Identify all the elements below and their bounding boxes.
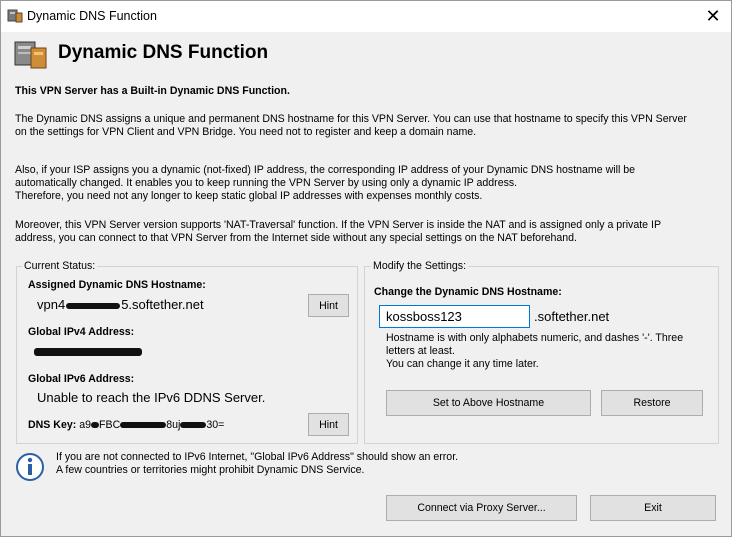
- ipv4-value-redacted: [34, 348, 142, 356]
- page-title: Dynamic DNS Function: [58, 42, 269, 63]
- intro-paragraph-2-line-1: Also, if your ISP assigns you a dynamic …: [15, 164, 636, 176]
- hostname-hint-button[interactable]: Hint: [308, 294, 349, 317]
- info-icon: [16, 453, 44, 481]
- intro-heading: This VPN Server has a Built-in Dynamic D…: [15, 85, 290, 97]
- server-icon: [7, 9, 23, 23]
- exit-button[interactable]: Exit: [590, 495, 716, 521]
- ipv6-notice-line-2: A few countries or territories might pro…: [56, 464, 365, 476]
- change-hostname-label: Change the Dynamic DNS Hostname:: [374, 286, 562, 298]
- dns-key-row: DNS Key: a9 FBC 8uj 30=: [28, 419, 224, 431]
- modify-settings-legend: Modify the Settings:: [371, 260, 469, 272]
- ipv6-label: Global IPv6 Address:: [28, 373, 135, 385]
- intro-paragraph-1-line-1: The Dynamic DNS assigns a unique and per…: [15, 113, 687, 125]
- hostname-note-line-3: You can change it any time later.: [386, 358, 539, 370]
- hostname-note-line-2: letters at least.: [386, 345, 455, 357]
- hostname-label: Assigned Dynamic DNS Hostname:: [28, 279, 206, 291]
- server-large-icon: [14, 41, 47, 69]
- intro-paragraph-3-line-2: address, you can connect to that VPN Ser…: [15, 232, 577, 244]
- restore-button[interactable]: Restore: [601, 390, 703, 416]
- intro-paragraph-3-line-1: Moreover, this VPN Server version suppor…: [15, 219, 662, 231]
- set-hostname-button[interactable]: Set to Above Hostname: [386, 390, 591, 416]
- dns-key-hint-button[interactable]: Hint: [308, 413, 349, 436]
- current-status-legend: Current Status:: [22, 260, 98, 272]
- connect-proxy-button[interactable]: Connect via Proxy Server...: [386, 495, 577, 521]
- ipv6-value: Unable to reach the IPv6 DDNS Server.: [37, 390, 266, 405]
- dns-key-value: a9 FBC 8uj 30=: [79, 419, 225, 431]
- hostname-note-line-1: Hostname is with only alphabets numeric,…: [386, 332, 684, 344]
- dns-key-label: DNS Key:: [28, 419, 77, 431]
- intro-paragraph-2-line-2: automatically changed. It enables you to…: [15, 177, 518, 189]
- hostname-input[interactable]: [379, 305, 530, 328]
- hostname-value: vpn4 5.softether.net: [37, 297, 204, 312]
- window-title: Dynamic DNS Function: [27, 9, 157, 23]
- ipv4-label: Global IPv4 Address:: [28, 326, 135, 338]
- ipv6-notice-line-1: If you are not connected to IPv6 Interne…: [56, 451, 459, 463]
- domain-suffix-label: .softether.net: [534, 309, 610, 324]
- intro-paragraph-1-line-2: on the settings for VPN Client and VPN B…: [15, 126, 477, 138]
- redaction-mark: [66, 302, 121, 309]
- close-icon[interactable]: ✕: [703, 6, 723, 26]
- intro-paragraph-2-line-3: Therefore, you need not any longer to ke…: [15, 190, 483, 202]
